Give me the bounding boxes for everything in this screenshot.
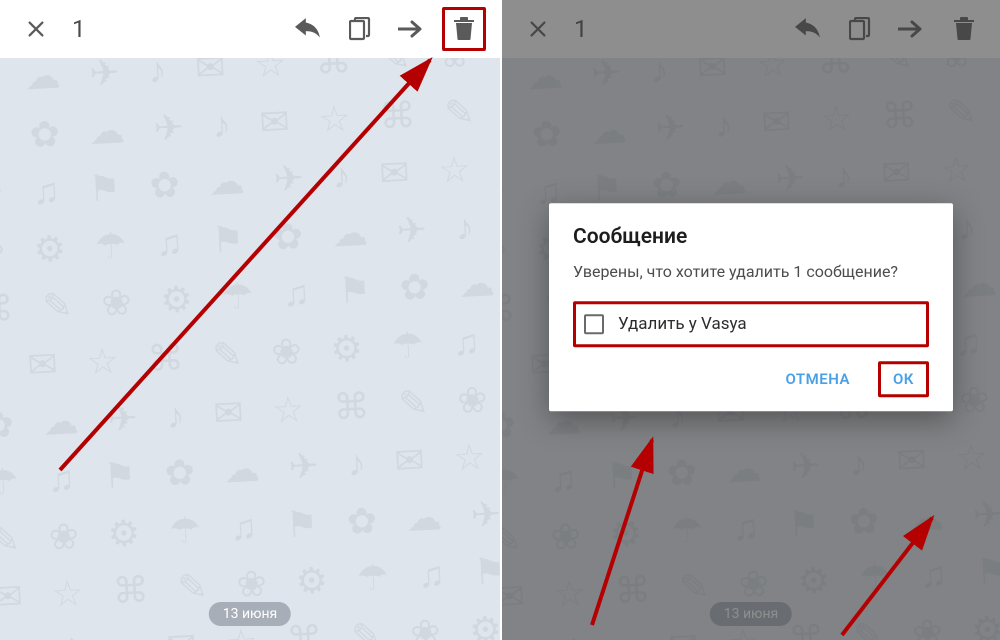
selection-count: 1 bbox=[66, 15, 86, 43]
screenshot-left: 1 ✿ ☁ ✈ ♪ ✉ ☆ ⌘ ✎ ❀ ⚙ ☂ ♫ ⚑ ✿ ☁ ✈ ♪ ✉ ☆ … bbox=[0, 0, 500, 640]
checkbox-icon[interactable] bbox=[584, 314, 604, 334]
dialog-actions: ОТМЕНА ОК bbox=[573, 361, 929, 397]
date-chip: 13 июня bbox=[209, 602, 291, 626]
forward-icon bbox=[398, 20, 426, 38]
delete-for-both-row[interactable]: Удалить у Vasya bbox=[573, 301, 929, 347]
trash-icon bbox=[454, 17, 474, 41]
reply-button[interactable] bbox=[286, 7, 330, 51]
forward-button[interactable] bbox=[390, 7, 434, 51]
delete-confirm-dialog: Сообщение Уверены, что хотите удалить 1 … bbox=[549, 203, 953, 411]
cancel-button[interactable]: ОТМЕНА bbox=[775, 362, 860, 396]
chat-background: ✿ ☁ ✈ ♪ ✉ ☆ ⌘ ✎ ❀ ⚙ ☂ ♫ ⚑ ✿ ☁ ✈ ♪ ✉ ☆ ⌘ … bbox=[0, 58, 500, 640]
selection-toolbar: 1 bbox=[0, 0, 500, 58]
doodle-pattern: ✿ ☁ ✈ ♪ ✉ ☆ ⌘ ✎ ❀ ⚙ ☂ ♫ ⚑ ✿ ☁ ✈ ♪ ✉ ☆ ⌘ … bbox=[0, 58, 500, 640]
copy-button[interactable] bbox=[338, 7, 382, 51]
dialog-body: Уверены, что хотите удалить 1 сообщение? bbox=[573, 261, 929, 283]
checkbox-label: Удалить у Vasya bbox=[618, 314, 747, 334]
ok-button[interactable]: ОК bbox=[878, 361, 929, 397]
delete-button[interactable] bbox=[442, 7, 486, 51]
dialog-title: Сообщение bbox=[573, 225, 929, 249]
screenshot-right: 1 ✿ ☁ ✈ ♪ ✉ ☆ ⌘ ✎ ❀ ⚙ ☂ ♫ ⚑ ✿ ☁ ✈ ♪ ✉ ☆ … bbox=[500, 0, 1000, 640]
reply-icon bbox=[295, 18, 321, 40]
close-selection-button[interactable] bbox=[14, 7, 58, 51]
copy-icon bbox=[349, 17, 371, 41]
close-icon bbox=[25, 18, 47, 40]
